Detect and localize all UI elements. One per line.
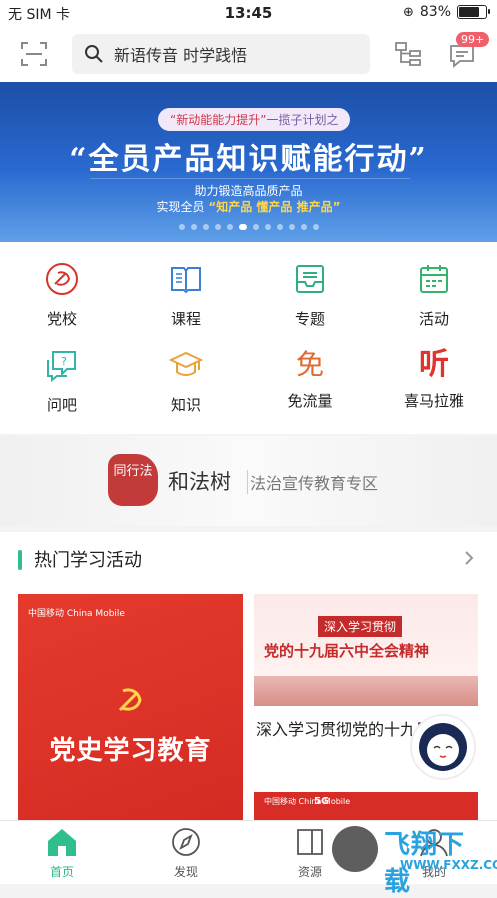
activity-card-party-history[interactable]: 中国移动 China Mobile 党史学习教育 bbox=[18, 594, 243, 822]
carousel-dot[interactable] bbox=[178, 224, 185, 230]
poster-line2: 党的十九届六中全会精神 bbox=[264, 642, 430, 660]
graduation-cap-icon bbox=[168, 351, 204, 376]
menu-item-activity[interactable]: 活动 bbox=[372, 262, 496, 329]
orientation-lock-icon: ⊕ bbox=[402, 4, 414, 20]
status-bar: 无 SIM 卡 13:45 ⊕ 83% bbox=[0, 0, 497, 26]
activity-card-plenum[interactable]: 深入学习贯彻 党的十九届六中全会精神 bbox=[254, 594, 478, 706]
law-subtitle: 法治宣传教育专区 bbox=[247, 470, 378, 494]
carousel-dot[interactable] bbox=[226, 224, 233, 230]
law-name: 和法树 bbox=[168, 470, 231, 494]
banner-sub2-highlight: “知产品 懂产品 推产品” bbox=[208, 200, 341, 214]
menu-item-topic[interactable]: 专题 bbox=[248, 262, 372, 329]
banner-tagline: “新动能能力提升”一揽子计划之 bbox=[158, 108, 351, 131]
5g-mark: 5G bbox=[314, 796, 330, 807]
org-tree-icon[interactable] bbox=[394, 40, 422, 68]
assistant-avatar[interactable] bbox=[410, 714, 476, 780]
hot-activities-section: 热门学习活动 中国移动 China Mobile 党史学习教育 深入学习贯彻 党… bbox=[0, 532, 497, 822]
battery-fill bbox=[459, 7, 479, 17]
menu-label: 喜马拉雅 bbox=[403, 392, 464, 410]
battery-icon bbox=[457, 5, 490, 19]
menu-item-knowledge[interactable]: 知识 bbox=[124, 348, 248, 415]
search-input[interactable]: 新语传音 时学践悟 bbox=[72, 34, 370, 74]
china-mobile-logo: 中国移动 China Mobile bbox=[264, 797, 351, 806]
party-emblem-icon bbox=[118, 688, 142, 712]
inbox-icon bbox=[296, 265, 324, 293]
carousel-dot[interactable] bbox=[252, 224, 259, 230]
menu-label: 知识 bbox=[170, 396, 201, 414]
menu-item-ask[interactable]: ? 问吧 bbox=[0, 348, 124, 415]
menu-item-himalaya[interactable]: 听 喜马拉雅 bbox=[372, 348, 496, 411]
watermark-logo bbox=[332, 826, 378, 872]
banner-tagline-rest: 一揽子计划之 bbox=[266, 113, 339, 127]
svg-text:?: ? bbox=[61, 355, 67, 368]
resource-icon bbox=[297, 829, 323, 855]
tab-discover[interactable]: 发现 bbox=[156, 827, 216, 880]
carousel-dot[interactable] bbox=[190, 224, 197, 230]
carousel-dot[interactable] bbox=[300, 224, 307, 230]
menu-label: 专题 bbox=[294, 310, 325, 328]
carousel-dot[interactable] bbox=[214, 224, 221, 230]
top-header: 新语传音 时学践悟 99+ bbox=[0, 26, 497, 82]
assistant-face-icon bbox=[419, 723, 467, 771]
tab-home[interactable]: 首页 bbox=[32, 827, 92, 880]
home-icon bbox=[48, 829, 76, 856]
banner-carousel[interactable]: “新动能能力提升”一揽子计划之 “全员产品知识赋能行动” 助力锻造高品质产品 实… bbox=[0, 82, 497, 242]
menu-item-free-data[interactable]: 免 免流量 bbox=[248, 348, 372, 411]
free-data-icon: 免 bbox=[295, 348, 324, 381]
menu-label: 党校 bbox=[46, 310, 77, 328]
carousel-dot[interactable] bbox=[276, 224, 283, 230]
menu-label: 活动 bbox=[418, 310, 449, 328]
law-tree-banner[interactable]: 同行法 和法树 法治宣传教育专区 bbox=[0, 436, 497, 526]
calendar-icon bbox=[420, 265, 448, 293]
book-icon bbox=[171, 267, 201, 294]
banner-sub2: 实现全员 “知产品 懂产品 推产品” bbox=[0, 198, 497, 215]
status-right: ⊕ 83% bbox=[402, 4, 490, 20]
banner-tagline-highlight: “新动能能力提升” bbox=[170, 113, 267, 127]
carousel-dot[interactable] bbox=[264, 224, 271, 230]
battery-percent: 83% bbox=[419, 4, 451, 20]
banner-title: “全员产品知识赋能行动” bbox=[69, 142, 428, 177]
menu-label: 课程 bbox=[170, 310, 201, 328]
himalaya-icon: 听 bbox=[419, 347, 449, 382]
poster-line1: 深入学习贯彻 bbox=[318, 616, 403, 637]
scan-icon[interactable] bbox=[20, 40, 48, 68]
carousel-dot[interactable] bbox=[312, 224, 319, 230]
menu-label: 免流量 bbox=[287, 392, 333, 410]
poster-building-image bbox=[254, 676, 478, 706]
menu-label: 问吧 bbox=[46, 396, 77, 414]
menu-item-course[interactable]: 课程 bbox=[124, 262, 248, 329]
section-accent-bar bbox=[18, 550, 22, 570]
card-caption[interactable]: 深入学习贯彻党的十九届六中全会精神 bbox=[256, 716, 426, 740]
carousel-dot[interactable] bbox=[238, 224, 247, 230]
card-title: 党史学习教育 bbox=[49, 736, 212, 766]
party-icon bbox=[46, 263, 78, 295]
search-placeholder: 新语传音 时学践悟 bbox=[114, 46, 248, 65]
compass-icon bbox=[172, 828, 200, 856]
tab-label: 发现 bbox=[173, 865, 198, 879]
carousel-dots bbox=[0, 224, 497, 230]
search-icon bbox=[85, 45, 103, 63]
banner-sub2-prefix: 实现全员 bbox=[156, 200, 205, 214]
tab-label: 首页 bbox=[49, 865, 74, 879]
chevron-right-icon[interactable] bbox=[463, 550, 475, 566]
china-mobile-logo: 中国移动 China Mobile bbox=[28, 609, 125, 619]
feature-menu: 党校 课程 专题 活动 ? 问吧 知识 免 免流量 听 喜马拉雅 bbox=[0, 242, 497, 434]
site-watermark: 飞翔下载 WWW.FXXZ.COM bbox=[330, 822, 497, 897]
activity-card-5g[interactable]: 中国移动 China Mobile 5G bbox=[254, 792, 478, 822]
carousel-dot[interactable] bbox=[202, 224, 209, 230]
banner-sub1: 助力锻造高品质产品 bbox=[194, 184, 303, 198]
message-badge: 99+ bbox=[456, 32, 490, 47]
watermark-domain: WWW.FXXZ.COM bbox=[400, 858, 497, 872]
carousel-dot[interactable] bbox=[288, 224, 295, 230]
question-icon: ? bbox=[47, 351, 76, 383]
menu-item-party-school[interactable]: 党校 bbox=[0, 262, 124, 329]
section-title: 热门学习活动 bbox=[34, 550, 142, 571]
law-seal-logo: 同行法 bbox=[108, 454, 158, 506]
